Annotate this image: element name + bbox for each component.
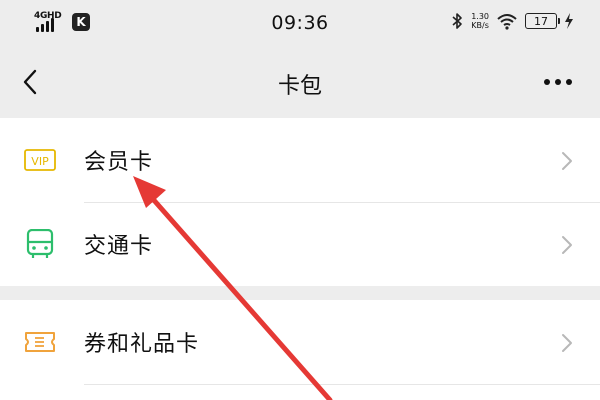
charging-icon <box>565 13 573 29</box>
network-speed: 1.30 KB/s <box>471 12 489 30</box>
chevron-right-icon <box>562 236 572 254</box>
menu-item-transit-card[interactable]: 交通卡 <box>0 202 600 286</box>
card-group-1: VIP 会员卡 交通卡 <box>0 118 600 286</box>
vip-card-icon: VIP <box>24 149 56 171</box>
menu-item-membership-card[interactable]: VIP 会员卡 <box>0 118 600 202</box>
chevron-right-icon <box>562 334 572 352</box>
bus-icon <box>26 229 54 258</box>
battery-icon: 17 <box>525 13 560 29</box>
page-title: 卡包 <box>277 74 322 99</box>
chevron-right-icon <box>562 152 572 170</box>
battery-level: 17 <box>534 14 548 28</box>
card-group-2: 券和礼品卡 <box>0 300 600 400</box>
svg-text:VIP: VIP <box>31 155 49 168</box>
more-icon[interactable] <box>540 66 576 96</box>
status-bar: 4GHD K 09:36 1.30 KB/s 17 <box>0 0 600 46</box>
speed-value: 1.30 <box>471 12 489 21</box>
bluetooth-icon <box>452 13 462 29</box>
divider <box>84 384 600 385</box>
menu-item-label: 会员卡 <box>84 150 154 175</box>
wifi-icon <box>497 14 517 30</box>
ticket-icon <box>25 332 55 352</box>
menu-item-label: 券和礼品卡 <box>84 332 200 357</box>
menu-item-coupons-gift-cards[interactable]: 券和礼品卡 <box>0 300 600 384</box>
nav-bar: 卡包 <box>0 46 600 118</box>
speed-unit: KB/s <box>471 21 489 30</box>
menu-item-label: 交通卡 <box>84 234 154 259</box>
